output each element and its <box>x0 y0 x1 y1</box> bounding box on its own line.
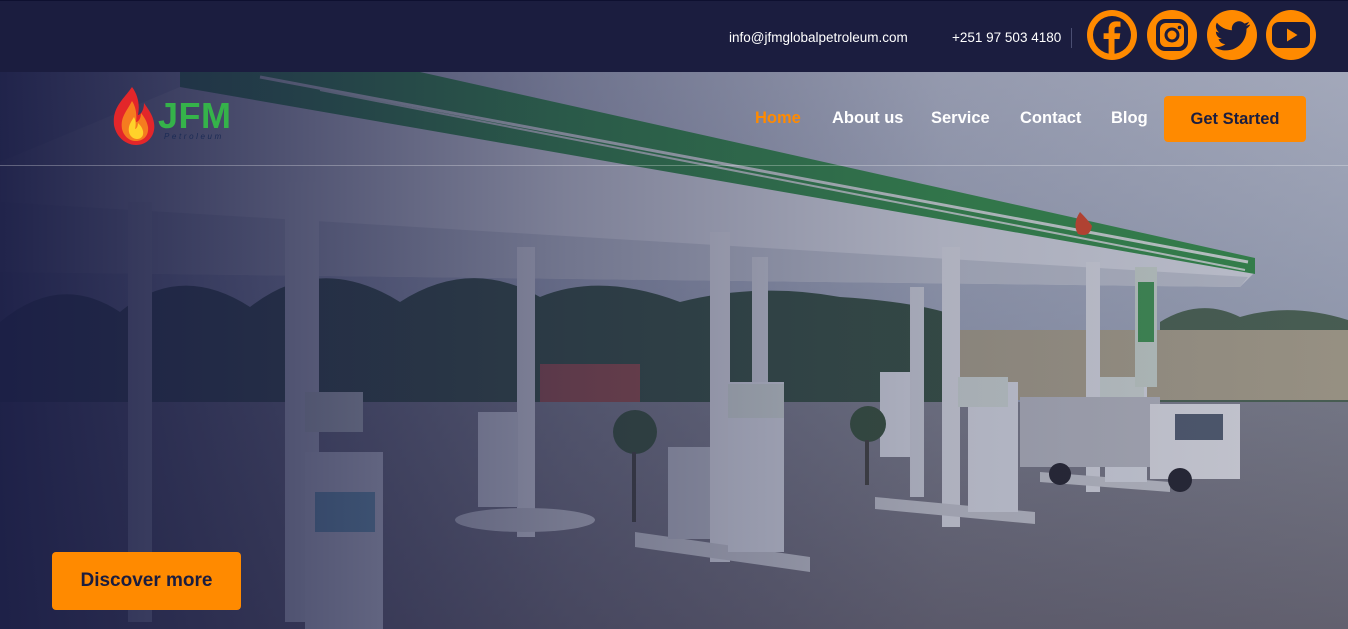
youtube-icon[interactable] <box>1266 10 1316 60</box>
discover-more-button[interactable]: Discover more <box>52 552 241 610</box>
top-bar: info@jfmglobalpetroleum.com +251 97 503 … <box>0 0 1348 72</box>
topbar-divider <box>1071 28 1072 48</box>
nav-service[interactable]: Service <box>931 109 990 128</box>
instagram-icon[interactable] <box>1147 10 1197 60</box>
nav-home[interactable]: Home <box>755 109 801 128</box>
get-started-button[interactable]: Get Started <box>1164 96 1306 142</box>
brand-name: JFM <box>158 95 232 136</box>
site-logo[interactable]: JFM Petroleum <box>110 85 250 147</box>
facebook-icon[interactable] <box>1087 10 1137 60</box>
brand-tagline: Petroleum <box>164 132 224 141</box>
twitter-icon[interactable] <box>1207 10 1257 60</box>
hero-overlay <box>0 72 1348 629</box>
nav-divider <box>0 165 1348 166</box>
nav-blog[interactable]: Blog <box>1111 109 1148 128</box>
contact-phone-link[interactable]: +251 97 503 4180 <box>952 30 1061 45</box>
hero-section: JFM Petroleum Home About us Service Cont… <box>0 72 1348 629</box>
nav-about-us[interactable]: About us <box>832 109 904 128</box>
flame-logo-icon <box>113 87 155 145</box>
contact-email-link[interactable]: info@jfmglobalpetroleum.com <box>729 30 908 45</box>
nav-contact[interactable]: Contact <box>1020 109 1081 128</box>
